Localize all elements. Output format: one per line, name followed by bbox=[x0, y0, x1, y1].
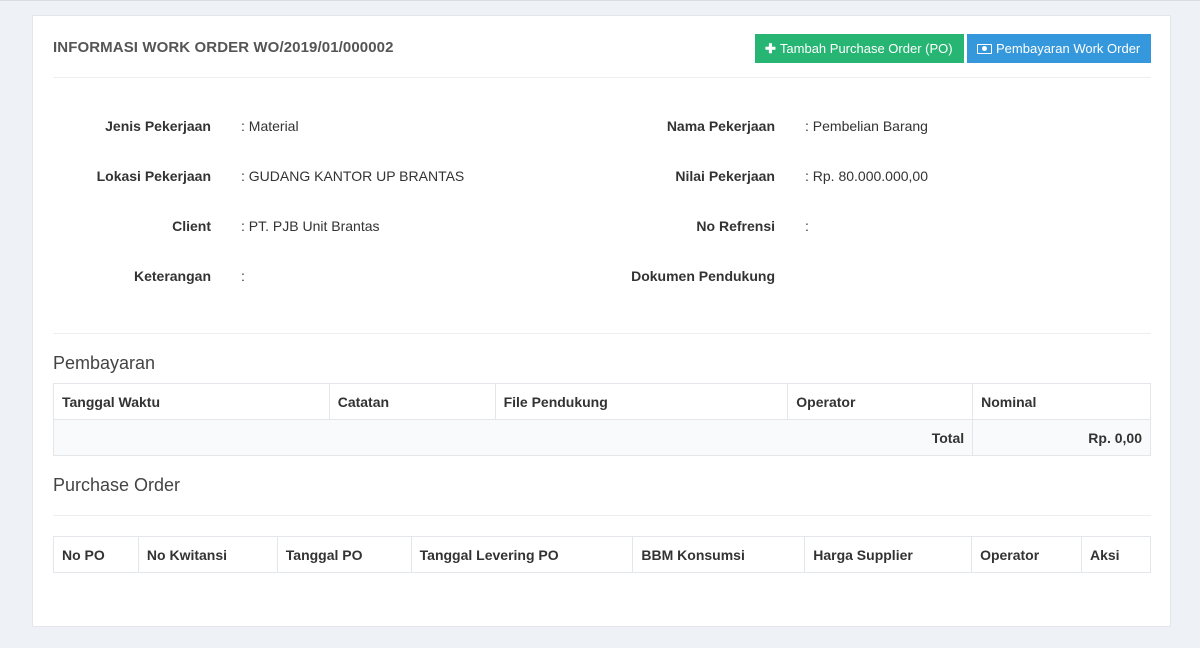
pembayaran-title: Pembayaran bbox=[53, 353, 156, 373]
nilai-pekerjaan-value: : Rp. 80.000.000,00 bbox=[805, 168, 928, 184]
total-row: Total Rp. 0,00 bbox=[52, 419, 1151, 456]
info-divider bbox=[53, 333, 1151, 334]
add-purchase-order-button[interactable]: ✚ Tambah Purchase Order (PO) bbox=[755, 34, 964, 63]
nilai-pekerjaan-label: Nilai Pekerjaan bbox=[675, 168, 775, 184]
jenis-pekerjaan-value: : Material bbox=[241, 118, 299, 134]
add-po-label: Tambah Purchase Order (PO) bbox=[779, 41, 953, 56]
po-divider bbox=[53, 515, 1151, 516]
lokasi-pekerjaan-label: Lokasi Pekerjaan bbox=[96, 168, 211, 184]
purchase-order-title: Purchase Order bbox=[53, 475, 181, 495]
column-header: Tanggal PO bbox=[276, 536, 412, 573]
top-border bbox=[0, 0, 1200, 1]
column-header: Operator bbox=[971, 536, 1082, 573]
client-label: Client bbox=[172, 218, 211, 234]
no-refrensi-label: No Refrensi bbox=[696, 218, 775, 234]
column-header: Harga Supplier bbox=[804, 536, 973, 573]
column-header: Tanggal Waktu bbox=[53, 383, 330, 420]
client-value: : PT. PJB Unit Brantas bbox=[241, 218, 380, 234]
no-refrensi-value: : bbox=[805, 218, 809, 234]
keterangan-value: : bbox=[241, 268, 245, 284]
plus-icon: ✚ bbox=[765, 41, 776, 56]
column-header: No Kwitansi bbox=[137, 536, 278, 573]
dokumen-pendukung-label: Dokumen Pendukung bbox=[631, 268, 775, 284]
total-label: Total bbox=[52, 419, 974, 456]
column-header: File Pendukung bbox=[494, 383, 789, 420]
money-icon bbox=[977, 43, 992, 54]
table-header-row: Tanggal Waktu Catatan File Pendukung Ope… bbox=[53, 383, 1151, 420]
column-header: BBM Konsumsi bbox=[632, 536, 806, 573]
pay-label: Pembayaran Work Order bbox=[996, 41, 1141, 56]
column-header: Nominal bbox=[972, 383, 1151, 420]
nama-pekerjaan-value: : Pembelian Barang bbox=[805, 118, 928, 134]
nama-pekerjaan-label: Nama Pekerjaan bbox=[666, 118, 775, 134]
purchase-order-table: No PO No Kwitansi Tanggal PO Tanggal Lev… bbox=[53, 536, 1151, 573]
work-order-card: INFORMASI WORK ORDER WO/2019/01/000002 ✚… bbox=[32, 15, 1171, 627]
jenis-pekerjaan-label: Jenis Pekerjaan bbox=[105, 118, 211, 134]
pay-work-order-button[interactable]: Pembayaran Work Order bbox=[967, 34, 1151, 63]
page-title: INFORMASI WORK ORDER WO/2019/01/000002 bbox=[53, 39, 394, 56]
pembayaran-table: Tanggal Waktu Catatan File Pendukung Ope… bbox=[52, 383, 1151, 456]
column-header: Aksi bbox=[1081, 536, 1151, 573]
keterangan-label: Keterangan bbox=[133, 268, 211, 284]
column-header: Operator bbox=[787, 383, 974, 420]
header-divider bbox=[53, 77, 1151, 78]
lokasi-pekerjaan-value: : GUDANG KANTOR UP BRANTAS bbox=[241, 168, 465, 184]
column-header: Tanggal Levering PO bbox=[410, 536, 634, 573]
table-header-row: No PO No Kwitansi Tanggal PO Tanggal Lev… bbox=[53, 536, 1151, 573]
column-header: No PO bbox=[53, 536, 139, 573]
column-header: Catatan bbox=[328, 383, 496, 420]
total-value: Rp. 0,00 bbox=[972, 419, 1151, 456]
